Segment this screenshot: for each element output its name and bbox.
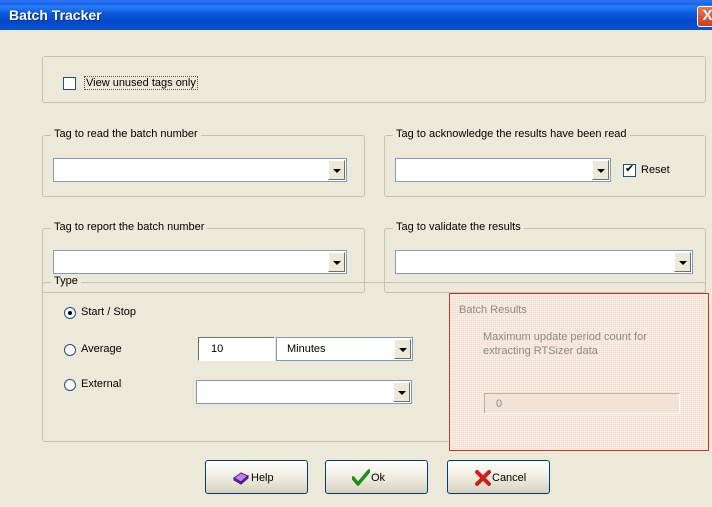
- average-value-input[interactable]: 10: [198, 337, 275, 361]
- batch-results-panel: Batch Results Maximum update period coun…: [449, 293, 709, 451]
- radio-average-label[interactable]: Average: [81, 343, 122, 355]
- dialog-body: View unused tags only Tag to read the ba…: [0, 30, 712, 507]
- help-book-icon: [233, 472, 249, 485]
- cancel-button-label: Cancel: [492, 472, 527, 484]
- chevron-down-icon[interactable]: [328, 252, 345, 272]
- radio-external[interactable]: [64, 379, 76, 391]
- view-unused-label[interactable]: View unused tags only: [84, 76, 198, 90]
- view-unused-checkbox[interactable]: [63, 77, 76, 90]
- reset-checkbox[interactable]: [623, 162, 636, 177]
- cancel-button[interactable]: Cancel: [447, 460, 550, 494]
- chevron-down-icon[interactable]: [394, 339, 411, 359]
- help-button[interactable]: Help: [205, 460, 308, 494]
- chevron-down-icon[interactable]: [592, 160, 609, 180]
- ok-button[interactable]: Ok: [325, 460, 428, 494]
- radio-external-label[interactable]: External: [81, 378, 121, 390]
- ack-results-label: Tag to acknowledge the results have been…: [393, 128, 630, 140]
- radio-start-stop-label[interactable]: Start / Stop: [81, 306, 136, 318]
- external-combo[interactable]: [196, 380, 412, 404]
- read-batch-label: Tag to read the batch number: [51, 128, 201, 140]
- help-button-label: Help: [251, 472, 274, 484]
- radio-start-stop[interactable]: [64, 307, 76, 319]
- radio-average[interactable]: [64, 344, 76, 356]
- checkmark-icon: [352, 469, 370, 486]
- chevron-down-icon[interactable]: [328, 160, 345, 180]
- chevron-down-icon[interactable]: [674, 252, 691, 272]
- read-batch-group: Tag to read the batch number: [42, 128, 365, 197]
- view-unused-group: View unused tags only: [42, 56, 706, 103]
- close-button[interactable]: X: [697, 6, 712, 27]
- average-unit-select[interactable]: Minutes: [276, 337, 413, 361]
- title-bar: Batch Tracker X: [0, 0, 712, 30]
- validate-results-combo[interactable]: [395, 250, 693, 274]
- red-x-icon: [475, 470, 491, 486]
- close-icon: X: [702, 7, 712, 24]
- batch-results-count-input: 0: [484, 393, 680, 414]
- ok-button-label: Ok: [371, 472, 386, 484]
- ack-results-combo[interactable]: [395, 158, 611, 182]
- read-batch-combo[interactable]: [53, 158, 347, 182]
- report-batch-label: Tag to report the batch number: [51, 221, 208, 233]
- batch-results-label: Batch Results: [459, 304, 527, 316]
- report-batch-combo[interactable]: [53, 250, 347, 274]
- chevron-down-icon[interactable]: [393, 382, 410, 402]
- type-label: Type: [51, 275, 81, 287]
- window-title: Batch Tracker: [9, 7, 102, 23]
- reset-label[interactable]: Reset: [641, 164, 670, 176]
- ack-results-group: Tag to acknowledge the results have been…: [384, 128, 706, 197]
- validate-results-label: Tag to validate the results: [393, 221, 524, 233]
- batch-results-description: Maximum update period count for extracti…: [483, 331, 647, 357]
